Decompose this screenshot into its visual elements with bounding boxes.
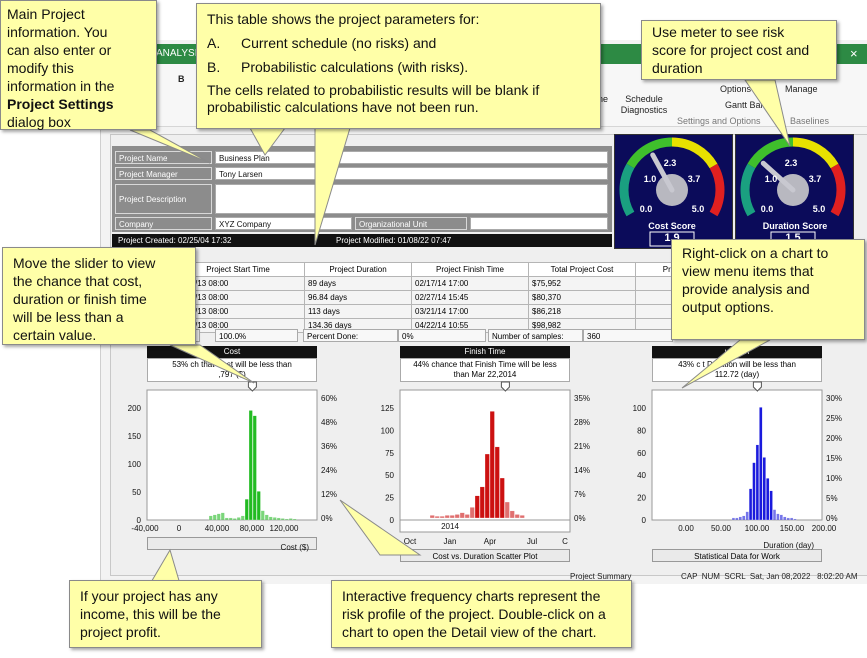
callout-table-intro: This table shows the project parameters … — [207, 11, 480, 27]
callout-main-info-line6: dialog box — [7, 114, 71, 130]
callout-table-note: The cells related to probabilistic resul… — [207, 82, 540, 115]
callout-slider-line3: duration or finish time — [13, 291, 147, 307]
callout-frequency: Interactive frequency charts represent t… — [331, 580, 632, 648]
pointer-main-info — [129, 129, 211, 164]
callout-slider-line5: certain value. — [13, 327, 97, 343]
callout-frequency-line2: risk profile of the project. Double-clic… — [342, 606, 606, 622]
callout-table: This table shows the project parameters … — [196, 3, 601, 129]
callout-frequency-line1: Interactive frequency charts represent t… — [342, 588, 601, 604]
callout-main-info-line1: Main Project — [7, 6, 85, 22]
callout-main-info-line5: information in the — [7, 78, 115, 94]
pointer-income — [149, 548, 181, 585]
callout-table-a-text: Current schedule (no risks) and — [241, 35, 437, 51]
callout-income-line1: If your project has any — [80, 588, 218, 604]
pointer-freq — [339, 499, 422, 556]
callout-slider-line2: the chance that cost, — [13, 273, 143, 289]
pointer-slider — [169, 344, 255, 384]
callout-main-info-line2: information. You — [7, 24, 108, 40]
callout-meter-line2: score for project cost and — [652, 42, 810, 58]
pointer-table-left — [249, 127, 286, 156]
callout-main-info-line3: can also enter or — [7, 42, 112, 58]
callout-table-a-letter: A. — [207, 35, 221, 51]
callout-slider-line4: will be less than a — [13, 309, 124, 325]
callout-slider-line1: Move the slider to view — [13, 255, 156, 271]
callout-main-info-bold: Project Settings — [7, 96, 114, 112]
callout-slider: Move the slider to view the chance that … — [2, 247, 196, 345]
callout-meter-line3: duration — [652, 60, 703, 76]
callout-rightclick: Right-click on a chart to view menu item… — [671, 239, 865, 340]
pointer-meter — [744, 79, 791, 147]
callout-income-line2: income, this will be the — [80, 606, 221, 622]
pointer-table-right — [314, 127, 351, 246]
callout-meter-line1: Use meter to see risk — [652, 24, 785, 40]
callout-main-info: Main Project information. You can also e… — [0, 0, 157, 130]
callout-table-b-letter: B. — [207, 59, 221, 75]
callout-rightclick-line3: provide analysis and — [682, 281, 810, 297]
callout-meter: Use meter to see risk score for project … — [641, 20, 837, 80]
callout-rightclick-line2: view menu items that — [682, 263, 814, 279]
callout-income-line3: project profit. — [80, 624, 161, 640]
callout-income: If your project has any income, this wil… — [69, 580, 262, 648]
callout-rightclick-line4: output options. — [682, 299, 774, 315]
callout-main-info-line4: modify this — [7, 60, 74, 76]
callout-table-item-a: A. Current schedule (no risks) and — [207, 34, 590, 52]
callout-table-item-b: B. Probabilistic calculations (with risk… — [207, 58, 590, 76]
pointer-rightclick — [681, 339, 771, 389]
callout-frequency-line3: chart to open the Detail view of the cha… — [342, 624, 597, 640]
callout-table-b-text: Probabilistic calculations (with risks). — [241, 59, 469, 75]
callout-rightclick-line1: Right-click on a chart to — [682, 245, 829, 261]
